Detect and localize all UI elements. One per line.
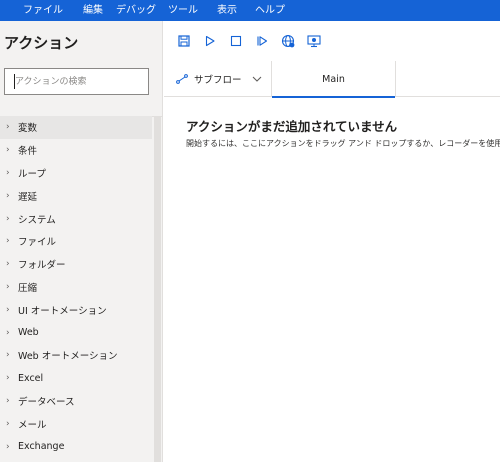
action-group-label: Excel — [18, 372, 44, 384]
web-recorder-button[interactable] — [275, 28, 301, 54]
action-group-label: 変数 — [18, 123, 38, 135]
chevron-right-icon: › — [6, 190, 10, 201]
action-group-label: ファイル — [18, 237, 57, 249]
menu-tools[interactable]: ツール — [168, 0, 198, 21]
action-group-wait[interactable]: › 遅延 — [0, 184, 152, 207]
empty-workspace-heading: アクションがまだ追加されていません — [186, 119, 398, 134]
save-icon — [178, 35, 190, 47]
chevron-right-icon: › — [6, 395, 10, 406]
chevron-right-icon: › — [6, 350, 10, 361]
action-group-file[interactable]: › ファイル — [0, 230, 152, 253]
chevron-down-icon — [252, 76, 261, 82]
action-list-scrollbar[interactable] — [154, 117, 161, 462]
menu-file[interactable]: ファイル — [23, 0, 63, 21]
menu-view[interactable]: 表示 — [217, 0, 237, 21]
chevron-right-icon: › — [6, 167, 10, 178]
run-button[interactable] — [197, 28, 223, 54]
tab-main-label: Main — [322, 73, 345, 85]
actions-pane-title: アクション — [4, 34, 79, 52]
action-search-box[interactable] — [4, 68, 149, 95]
action-group-variables[interactable]: › 変数 — [0, 116, 152, 139]
action-group-label: Web — [18, 327, 39, 339]
tab-main[interactable]: Main — [272, 61, 396, 98]
action-group-web-automation[interactable]: › Web オートメーション — [0, 344, 152, 367]
run-next-action-button[interactable] — [249, 28, 275, 54]
desktop-recorder-icon — [307, 35, 321, 48]
chevron-right-icon: › — [6, 327, 10, 338]
chevron-right-icon: › — [6, 122, 10, 133]
save-button[interactable] — [171, 28, 197, 54]
action-group-ui-automation[interactable]: › UI オートメーション — [0, 298, 152, 321]
action-group-label: 遅延 — [18, 191, 38, 203]
menu-debug[interactable]: デバッグ — [116, 0, 156, 21]
action-group-label: ループ — [18, 168, 46, 180]
action-group-label: システム — [18, 214, 56, 226]
action-group-loops[interactable]: › ループ — [0, 162, 152, 185]
menu-bar: ファイル 編集 デバッグ ツール 表示 ヘルプ — [0, 0, 500, 21]
stop-icon — [230, 35, 242, 47]
chevron-right-icon: › — [6, 281, 10, 292]
action-group-database[interactable]: › データベース — [0, 390, 152, 413]
subflow-tabs: サブフロー Main — [164, 61, 500, 98]
text-cursor — [14, 74, 15, 89]
actions-pane: アクション › 変数 › 条件 › ループ › 遅延 › システム › ファイル › フォルダ… — [0, 21, 163, 462]
action-group-label: メール — [18, 419, 47, 431]
chevron-right-icon: › — [6, 213, 10, 224]
stop-button[interactable] — [223, 28, 249, 54]
action-group-conditionals[interactable]: › 条件 — [0, 139, 152, 162]
subflow-icon — [176, 74, 188, 84]
action-group-folder[interactable]: › フォルダー — [0, 253, 152, 276]
menu-edit[interactable]: 編集 — [83, 0, 103, 21]
action-group-label: Exchange — [18, 441, 65, 453]
chevron-right-icon: › — [6, 418, 10, 429]
action-group-label: 圧縮 — [18, 282, 38, 294]
empty-workspace-description: 開始するには、ここにアクションをドラッグ アンド ドロップするか、レコーダーを使… — [186, 139, 500, 148]
action-group-excel[interactable]: › Excel — [0, 367, 152, 390]
menu-help[interactable]: ヘルプ — [255, 0, 285, 21]
action-group-web[interactable]: › Web — [0, 321, 152, 344]
subflows-dropdown[interactable]: サブフロー — [164, 61, 272, 97]
active-tab-indicator — [272, 96, 395, 98]
chevron-right-icon: › — [6, 373, 10, 384]
flow-toolbar — [164, 21, 500, 61]
chevron-right-icon: › — [6, 304, 10, 315]
chevron-right-icon: › — [6, 259, 10, 270]
run-icon — [205, 35, 215, 47]
subflows-label: サブフロー — [194, 75, 242, 86]
action-group-label: UI オートメーション — [18, 305, 107, 317]
action-group-compression[interactable]: › 圧縮 — [0, 276, 152, 299]
action-group-email[interactable]: › メール — [0, 412, 152, 435]
action-group-label: データベース — [18, 396, 75, 408]
web-recorder-icon — [281, 34, 295, 48]
chevron-right-icon: › — [6, 441, 10, 452]
chevron-right-icon: › — [6, 236, 10, 247]
action-group-system[interactable]: › システム — [0, 207, 152, 230]
desktop-recorder-button[interactable] — [301, 28, 327, 54]
chevron-right-icon: › — [6, 145, 10, 156]
action-group-label: 条件 — [18, 146, 38, 158]
action-group-label: フォルダー — [18, 260, 66, 272]
action-group-label: Web オートメーション — [18, 351, 118, 363]
next-action-icon — [257, 36, 268, 46]
action-group-exchange[interactable]: › Exchange — [0, 435, 152, 458]
action-group-list: › 変数 › 条件 › ループ › 遅延 › システム › ファイル › フォルダー › 圧縮 … — [0, 116, 152, 458]
action-search-input[interactable] — [5, 69, 148, 95]
